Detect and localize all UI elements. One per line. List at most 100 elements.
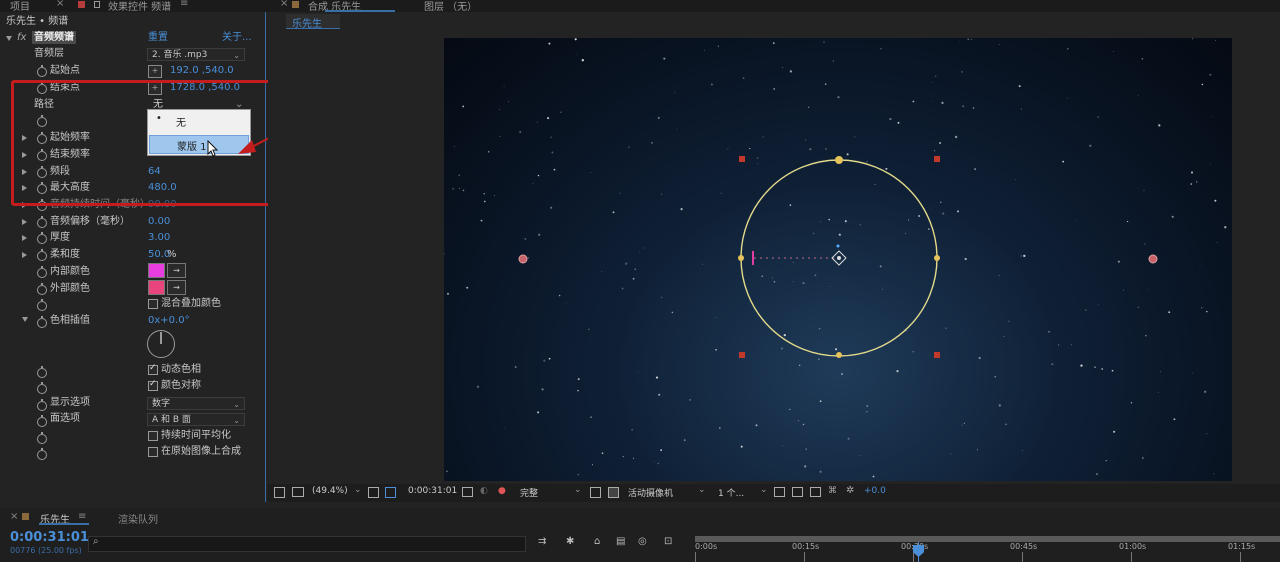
time-ruler[interactable]: 0:00s00:15s00:30s00:45s01:00s01:15s [695, 542, 1280, 562]
transparency-grid-icon[interactable] [385, 487, 396, 498]
search-input[interactable]: ⌕ [88, 536, 526, 552]
expand-triangle-icon[interactable] [22, 219, 27, 225]
render-queue-tab[interactable]: 渲染队列 [118, 511, 158, 526]
breadcrumb: 乐先生 • 频谱 [6, 16, 69, 27]
expand-triangle-icon[interactable] [22, 235, 27, 241]
stopwatch-icon[interactable] [37, 415, 47, 427]
bbox-handle [934, 352, 940, 358]
ruler-label: 01:15s [1228, 542, 1256, 551]
outside-color-swatch[interactable] [148, 280, 165, 295]
stopwatch-icon[interactable] [37, 399, 47, 411]
chevron-down-icon: ⌄ [233, 51, 240, 60]
about-link[interactable]: 关于... [222, 30, 252, 46]
stopwatch-icon[interactable] [37, 266, 47, 278]
dynamic-hue-checkbox[interactable] [148, 363, 158, 375]
close-icon[interactable]: × [280, 0, 288, 9]
composite-original-checkbox[interactable] [148, 447, 158, 457]
motion-blur-icon[interactable]: ◎ [638, 536, 647, 547]
color-channel-icon[interactable]: ● [498, 486, 506, 496]
stopwatch-icon[interactable] [37, 216, 47, 228]
pixel-aspect-icon[interactable] [774, 487, 785, 497]
composition-viewer-header: 乐先生 [268, 12, 1280, 30]
stopwatch-icon[interactable] [37, 316, 47, 328]
chevron-down-icon[interactable]: ⌄ [574, 485, 582, 495]
comp-mini-flowchart-icon[interactable]: ⇉ [538, 536, 546, 547]
stopwatch-icon[interactable] [37, 382, 47, 394]
comp-breadcrumb-tab[interactable]: 乐先生 [286, 14, 340, 30]
audio-layer-dropdown[interactable]: 2. 音乐 .mp3 ⌄ [147, 48, 245, 61]
menu-icon[interactable]: ≡ [180, 0, 188, 9]
thickness-value[interactable]: 3.00 [148, 230, 170, 246]
reset-exposure-icon[interactable]: ✲ [846, 485, 854, 496]
ruler-label: 00:45s [1010, 542, 1038, 551]
color-symmetry-checkbox[interactable] [148, 379, 158, 391]
composition-canvas[interactable] [444, 38, 1232, 481]
stopwatch-icon[interactable] [37, 432, 47, 444]
blend-checkbox[interactable] [148, 299, 158, 309]
channel-icon[interactable]: ◐ [480, 486, 488, 496]
active-camera[interactable]: 活动摄像机 [628, 486, 673, 499]
timeline-timecode[interactable]: 0:00:31:01 [10, 530, 89, 545]
lock-icon [78, 1, 85, 8]
shy-icon[interactable]: ⌂ [594, 536, 600, 547]
collapse-triangle-icon[interactable] [6, 36, 12, 41]
network-icon[interactable]: ⌘ [828, 486, 837, 496]
duration-average-checkbox[interactable] [148, 431, 158, 441]
stopwatch-icon[interactable] [37, 232, 47, 244]
snapshot-icon[interactable] [274, 487, 285, 498]
close-icon[interactable]: × [10, 511, 18, 522]
resolution-value[interactable]: 完整 [520, 486, 538, 499]
chevron-down-icon[interactable]: ⌄ [760, 485, 768, 495]
hue-interpolation-value[interactable]: 0x+0.0° [148, 313, 190, 329]
stopwatch-icon[interactable] [37, 448, 47, 460]
angle-dial[interactable] [147, 330, 175, 358]
chevron-down-icon[interactable]: ⌄ [698, 485, 706, 495]
chevron-down-icon: ⌄ [233, 416, 240, 425]
comp-icon [292, 1, 299, 8]
fx-icon[interactable]: fx [17, 30, 26, 46]
start-point-value[interactable]: 192.0 ,540.0 [170, 63, 234, 79]
draft-3d-icon[interactable]: ✱ [566, 536, 574, 547]
region-icon[interactable] [368, 487, 379, 498]
chevron-down-icon[interactable]: ⌄ [354, 485, 362, 495]
stopwatch-icon[interactable] [37, 283, 47, 295]
effect-name[interactable]: 音频频谱 [32, 31, 76, 44]
stopwatch-icon[interactable] [37, 65, 47, 77]
frame-blend-icon[interactable]: ▤ [616, 536, 625, 547]
inside-color-swatch[interactable] [148, 263, 165, 278]
zoom-level[interactable]: (49.4%) [312, 486, 348, 496]
display-options-dropdown[interactable]: 数字 ⌄ [147, 397, 245, 410]
panel-lock-icon[interactable] [94, 1, 100, 8]
audio-offset-label: 音频偏移（毫秒） [50, 216, 130, 227]
camera-icon[interactable] [462, 487, 473, 497]
exposure-value[interactable]: +0.0 [864, 486, 886, 496]
softness-unit: % [167, 249, 177, 260]
side-options-dropdown[interactable]: A 和 B 面 ⌄ [147, 413, 245, 426]
ruler-label: 00:15s [792, 542, 820, 551]
stopwatch-icon[interactable] [37, 249, 47, 261]
roi-icon[interactable] [590, 487, 601, 498]
viewer-timecode[interactable]: 0:00:31:01 [408, 486, 457, 496]
stopwatch-icon[interactable] [37, 299, 47, 311]
stopwatch-icon[interactable] [37, 366, 47, 378]
eyedropper-icon[interactable]: ⇝ [167, 280, 186, 295]
fast-preview-icon[interactable] [608, 487, 619, 498]
mask-vertex-top [835, 156, 843, 164]
reset-link[interactable]: 重置 [148, 30, 168, 46]
bbox-handle [739, 352, 745, 358]
crosshair-icon[interactable]: + [148, 65, 162, 78]
expand-triangle-icon[interactable] [22, 252, 27, 258]
close-icon[interactable]: × [56, 0, 64, 9]
graph-editor-icon[interactable]: ⊡ [664, 536, 672, 547]
side-options-label: 面选项 [50, 413, 80, 424]
eyedropper-icon[interactable]: ⇝ [167, 263, 186, 278]
monitor-icon[interactable] [292, 487, 304, 497]
flowchart-icon[interactable] [810, 487, 821, 497]
menu-icon[interactable]: ≡ [78, 511, 86, 522]
draft-3d-icon[interactable] [792, 487, 803, 497]
audio-offset-value[interactable]: 0.00 [148, 214, 170, 230]
composite-original-label: 在原始图像上合成 [161, 446, 241, 457]
top-tab-bar: 项目 × 效果控件 频谱 ≡ × 合成 乐先生 图层 （无） [0, 0, 1280, 13]
collapse-triangle-icon[interactable] [22, 317, 28, 322]
view-layout[interactable]: 1 个... [718, 486, 744, 499]
